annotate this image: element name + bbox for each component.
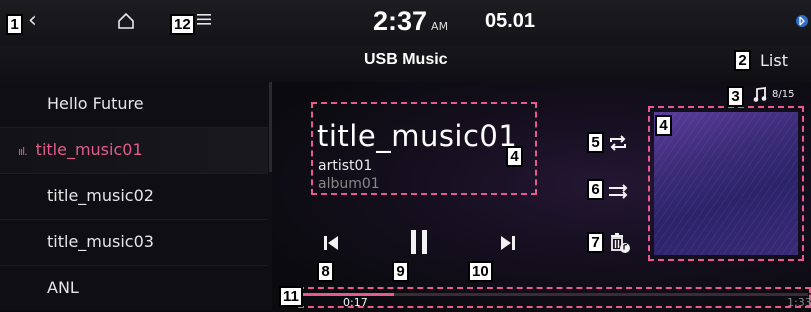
album-art (654, 112, 798, 255)
playlist-panel: Hello Future ııl. title_music01 title_mus… (0, 82, 272, 310)
repeat-icon (610, 135, 626, 151)
home-icon (118, 12, 134, 29)
playlist-item-active[interactable]: ııl. title_music01 (0, 128, 268, 174)
pause-button[interactable] (410, 228, 428, 260)
album-name: album01 (318, 176, 380, 192)
callout-6: 6 (587, 179, 604, 200)
skip-previous-icon (324, 236, 338, 250)
delete-music-button[interactable] (609, 232, 631, 258)
page-title: USB Music (364, 51, 448, 68)
shuffle-icon (609, 184, 628, 199)
playlist-item-label: title_music02 (47, 186, 154, 205)
playlist-item-label: title_music03 (47, 232, 154, 251)
repeat-button[interactable] (607, 133, 629, 157)
chevron-left-icon: ‹ (28, 8, 37, 33)
progress-box (298, 287, 811, 308)
clock: 2:37 AM (373, 6, 448, 37)
date: 05.01 (485, 10, 536, 32)
music-note-icon (753, 86, 767, 107)
now-playing-equalizer-icon: ııl. (18, 145, 28, 158)
pause-icon (411, 230, 427, 254)
next-button[interactable] (500, 233, 516, 257)
list-button[interactable]: List (760, 51, 788, 70)
home-button[interactable] (117, 12, 135, 35)
clock-ampm: AM (431, 20, 449, 33)
callout-8: 8 (317, 261, 334, 282)
song-title: title_music01 (317, 119, 518, 153)
callout-10: 10 (468, 261, 493, 282)
delete-music-icon (611, 233, 630, 253)
callout-9: 9 (392, 261, 409, 282)
menu-icon (197, 14, 211, 25)
playlist-item-label: ANL (47, 278, 79, 297)
total-time: 1:33 (787, 296, 811, 309)
track-counter: 8/15 (772, 89, 795, 100)
callout-1: 1 (6, 14, 23, 35)
playlist-item[interactable]: title_music03 (0, 220, 268, 266)
back-button[interactable]: ‹ (28, 10, 37, 32)
playlist-item[interactable]: Hello Future (0, 82, 268, 128)
callout-12: 12 (170, 14, 195, 35)
callout-11: 11 (279, 286, 303, 307)
callout-5: 5 (587, 132, 604, 153)
playlist-item[interactable]: title_music02 (0, 174, 268, 220)
previous-button[interactable] (323, 233, 339, 257)
menu-button[interactable] (196, 10, 212, 32)
callout-7: 7 (587, 232, 604, 253)
artist-name: artist01 (318, 158, 373, 174)
callout-3: 3 (727, 86, 744, 107)
bluetooth-icon (794, 13, 808, 33)
clock-time: 2:37 (373, 6, 428, 36)
callout-2: 2 (734, 50, 751, 71)
callout-4: 4 (655, 115, 672, 136)
playlist-item-label: Hello Future (47, 94, 144, 113)
callout-4: 4 (506, 146, 523, 167)
skip-next-icon (501, 236, 515, 250)
playlist-item-label: title_music01 (35, 140, 143, 159)
playlist-item[interactable]: ANL (0, 266, 268, 312)
current-time: 0:17 (343, 296, 368, 309)
shuffle-button[interactable] (607, 181, 631, 205)
